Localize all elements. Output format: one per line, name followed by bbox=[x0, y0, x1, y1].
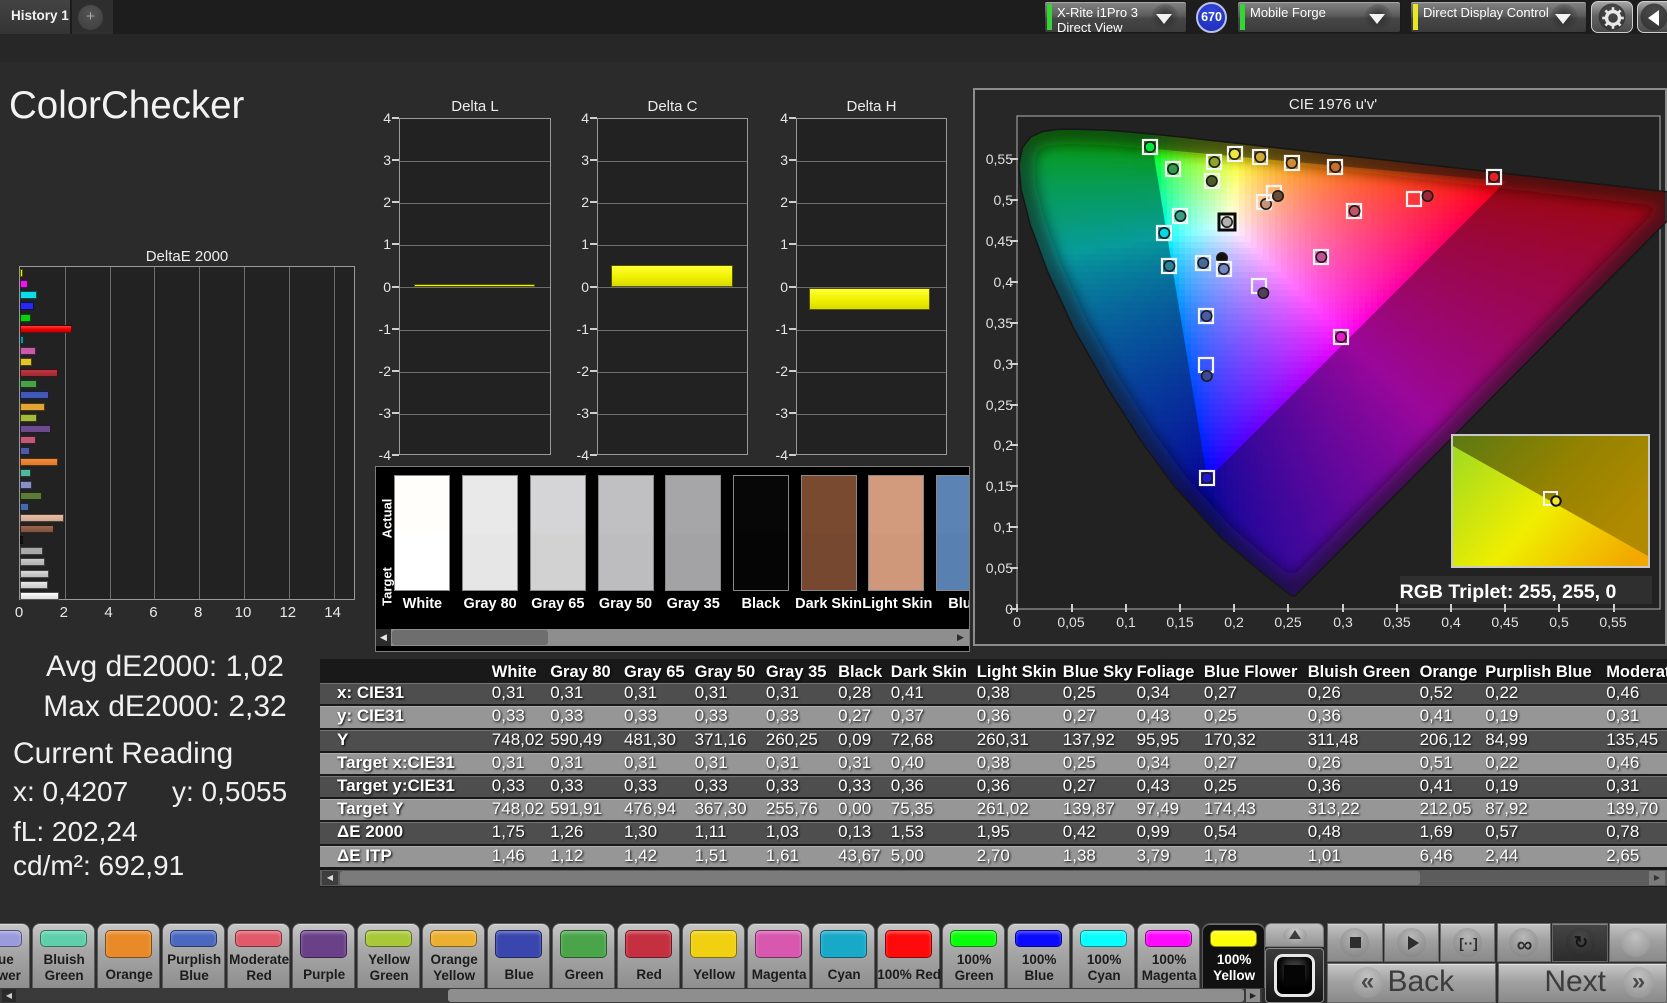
svg-text:0,1: 0,1 bbox=[1116, 614, 1136, 630]
svg-text:0,15: 0,15 bbox=[986, 478, 1013, 494]
svg-text:0,15: 0,15 bbox=[1166, 614, 1193, 630]
svg-text:0,05: 0,05 bbox=[986, 560, 1013, 576]
svg-text:0: 0 bbox=[1013, 614, 1021, 630]
svg-text:0,05: 0,05 bbox=[1057, 614, 1084, 630]
svg-text:CIE 1976 u'v': CIE 1976 u'v' bbox=[1289, 96, 1377, 113]
